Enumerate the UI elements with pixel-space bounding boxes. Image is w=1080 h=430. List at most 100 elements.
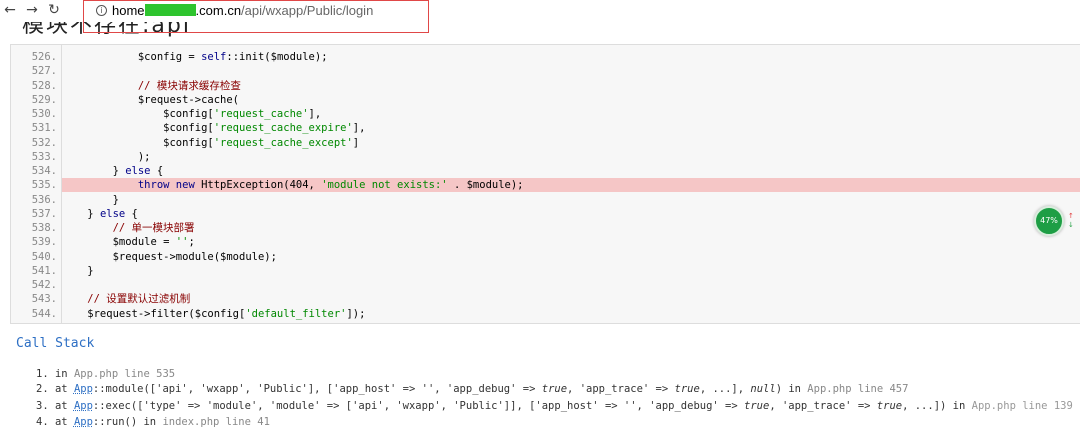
- code-text: $request->filter($config[: [62, 307, 246, 320]
- code-text: {: [125, 207, 138, 220]
- code-line: 543. // 设置默认过滤机制: [11, 292, 1080, 306]
- class-link[interactable]: App: [74, 400, 93, 412]
- call-stack-title: Call Stack: [16, 336, 95, 351]
- code-token: 'request_cache_except': [213, 136, 353, 149]
- forward-arrow-icon[interactable]: →: [24, 1, 40, 19]
- line-number: 529.: [31, 93, 57, 106]
- line-number: 538.: [31, 222, 57, 234]
- call-stack-item: 2. at App::module(['api', 'wxapp', 'Publ…: [36, 382, 908, 396]
- url-text[interactable]: home .com.cn/api/wxapp/Public/login: [112, 3, 373, 19]
- line-number: 537.: [31, 207, 57, 220]
- code-content: $config['request_cache_except']: [62, 136, 359, 150]
- code-content: $config = self::init($module);: [62, 50, 328, 64]
- stack-text: ::run() in: [92, 416, 163, 428]
- highlighted-error-line: throw new HttpException(404, 'module not…: [62, 178, 1080, 193]
- code-token: '': [175, 236, 189, 249]
- url-redaction: [144, 4, 196, 16]
- code-line: 541. }: [11, 264, 1080, 278]
- stack-text: , 'app_trace' =>: [567, 383, 675, 395]
- code-line: 535. throw new HttpException(404, 'modul…: [11, 178, 1080, 193]
- code-text: {: [150, 165, 164, 177]
- line-number: 542.: [31, 279, 57, 291]
- code-line: 536. }: [11, 193, 1080, 207]
- code-content: $request->module($module);: [62, 250, 277, 264]
- code-token: // 单一模块部署: [112, 222, 195, 234]
- download-arrow-icon: ↓: [1068, 221, 1074, 229]
- code-token: self: [201, 51, 227, 63]
- code-line: 527.: [11, 64, 1080, 78]
- stack-text: ::module(['api', 'wxapp', 'Public'], ['a…: [92, 383, 542, 395]
- line-number: 544.: [31, 307, 57, 320]
- line-number: 527.: [31, 65, 57, 78]
- code-line: 534. } else {: [11, 164, 1080, 178]
- code-text: }: [62, 165, 126, 177]
- code-line: 533. );: [11, 150, 1080, 164]
- code-content: } else {: [62, 164, 164, 178]
- code-line: 539. $module = '';: [11, 235, 1080, 249]
- line-number: 539.: [31, 236, 57, 249]
- code-text: );: [62, 150, 151, 163]
- code-text: . $module);: [447, 179, 524, 192]
- code-text: ]);: [346, 307, 366, 320]
- code-line: 537. } else {: [11, 207, 1080, 221]
- stack-text: 4. at: [36, 416, 74, 428]
- line-number: 543.: [31, 293, 57, 306]
- code-text: ::init($module);: [226, 51, 328, 63]
- class-link[interactable]: App: [74, 416, 93, 428]
- code-content: $config['request_cache_expire'],: [62, 121, 365, 135]
- code-content: }: [62, 264, 93, 278]
- back-arrow-icon[interactable]: ←: [2, 1, 18, 19]
- stack-text: ) in: [775, 383, 808, 395]
- code-line: 532. $config['request_cache_except']: [11, 136, 1080, 150]
- line-number: 526.: [31, 51, 57, 63]
- line-number: 536.: [31, 193, 57, 206]
- file-reference: App.php line 535: [73, 368, 176, 380]
- code-token: else: [99, 207, 126, 220]
- upload-arrow-icon: ↑: [1068, 212, 1074, 220]
- code-content: );: [62, 150, 151, 164]
- code-text: }: [62, 193, 119, 206]
- speed-arrows: ↑ ↓: [1068, 212, 1080, 234]
- code-line: 540. $request->module($module);: [11, 250, 1080, 264]
- code-text: $config[: [62, 122, 214, 135]
- code-token: throw: [137, 179, 170, 192]
- code-text: ;: [188, 236, 195, 249]
- call-stack-item: 3. at App::exec(['type' => 'module', 'mo…: [36, 399, 1073, 413]
- code-text: $request->module($module);: [62, 250, 277, 263]
- address-bar[interactable]: i home .com.cn/api/wxapp/Public/login: [83, 0, 429, 33]
- keyword: true: [744, 400, 770, 412]
- stack-text: ::exec(['type' => 'module', 'module' => …: [92, 400, 745, 412]
- line-number: 534.: [31, 165, 57, 177]
- line-number: 533.: [31, 150, 57, 163]
- line-number: 531.: [31, 122, 57, 135]
- line-number: 541.: [31, 264, 57, 277]
- class-link[interactable]: App: [74, 383, 93, 395]
- file-reference: index.php line 41: [162, 416, 270, 428]
- code-token: 'default_filter': [245, 307, 347, 320]
- line-number: 528.: [31, 79, 57, 92]
- code-token: 'request_cache': [213, 108, 309, 120]
- url-path: /api/wxapp/Public/login: [241, 3, 374, 18]
- call-stack-item: 4. at App::run() in index.php line 41: [36, 415, 270, 429]
- code-text: $config =: [62, 51, 202, 63]
- network-speed-widget[interactable]: 47%: [1034, 206, 1064, 236]
- code-token: 'request_cache_expire': [213, 122, 353, 135]
- code-line: 538. // 单一模块部署: [11, 221, 1080, 235]
- code-content: // 设置默认过滤机制: [62, 292, 190, 306]
- code-content: }: [62, 193, 119, 207]
- code-content: } else {: [62, 207, 138, 221]
- code-token: new: [175, 179, 195, 192]
- stack-text: 2. at: [36, 383, 74, 395]
- stack-text: , 'app_trace' =>: [769, 400, 877, 412]
- code-line: 528. // 模块请求缓存检查: [11, 79, 1080, 93]
- stack-text: , ...]) in: [902, 400, 972, 412]
- url-host-start: home: [112, 3, 145, 18]
- keyword: true: [674, 383, 700, 395]
- code-line: 526. $config = self::init($module);: [11, 50, 1080, 64]
- reload-icon[interactable]: ↻: [46, 1, 62, 19]
- code-token: else: [125, 165, 151, 177]
- info-icon[interactable]: i: [96, 5, 107, 16]
